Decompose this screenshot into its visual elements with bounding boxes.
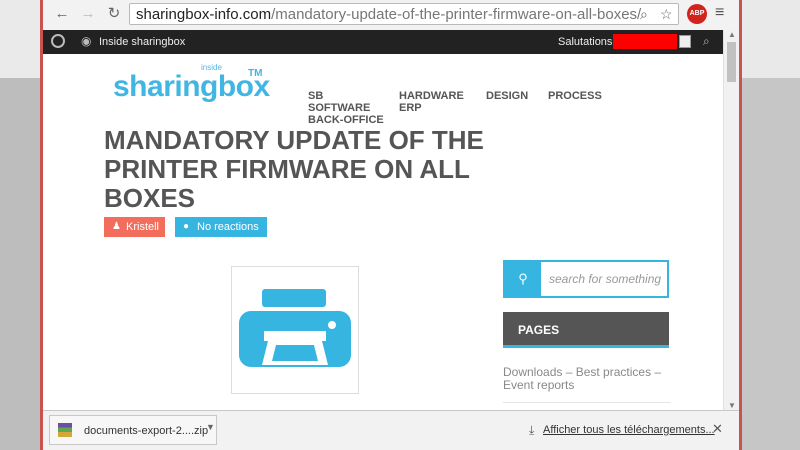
url-domain: sharingbox-info.com	[136, 6, 272, 23]
site-name-link[interactable]: Inside sharingbox	[99, 36, 185, 48]
user-icon: ♟	[112, 221, 121, 232]
background-left	[0, 0, 40, 450]
url-text: sharingbox-info.com/mandatory-update-of-…	[136, 6, 641, 23]
url-path: /mandatory-update-of-the-printer-firmwar…	[271, 6, 642, 23]
divider	[503, 402, 671, 403]
scroll-up-icon[interactable]: ▲	[728, 30, 736, 39]
dashboard-icon: ◉	[81, 34, 92, 48]
author-tag[interactable]: ♟ Kristell	[104, 217, 165, 237]
back-arrow-icon[interactable]: ←	[53, 5, 71, 23]
download-arrow-icon: ⤓	[529, 423, 535, 437]
page-viewport: ◉ Inside sharingbox Salutations, ⌕ insid…	[43, 30, 723, 410]
zoom-icon[interactable]: ⌕	[640, 6, 648, 23]
scrollbar-thumb[interactable]	[727, 42, 736, 82]
admin-search-icon[interactable]: ⌕	[703, 34, 710, 49]
nav-item-design[interactable]: DESIGN	[486, 90, 528, 102]
nav-item-hardware[interactable]: HARDWARE ERP	[399, 90, 469, 114]
avatar[interactable]	[679, 35, 691, 48]
browser-window: ← → ↻ sharingbox-info.com/mandatory-upda…	[40, 0, 742, 450]
browser-menu-icon[interactable]: ≡	[715, 4, 724, 22]
download-file-name: documents-export-2....zip	[84, 425, 209, 437]
sidebar-search[interactable]: ⚲ search for something	[503, 260, 669, 298]
adblock-plus-icon[interactable]: ABP	[687, 4, 707, 24]
nav-item-process[interactable]: PROCESS	[548, 90, 602, 102]
show-all-downloads-link[interactable]: Afficher tous les téléchargements...	[543, 424, 715, 436]
search-input[interactable]: search for something	[549, 272, 661, 286]
printer-icon	[239, 289, 351, 367]
wp-admin-bar: ◉ Inside sharingbox Salutations, ⌕	[43, 30, 723, 54]
comments-count: No reactions	[197, 221, 259, 233]
redacted-username	[613, 34, 677, 49]
printer-thumbnail[interactable]	[231, 266, 359, 394]
pages-widget-title: PAGES	[503, 312, 669, 348]
close-icon[interactable]: ✕	[712, 421, 723, 437]
address-bar[interactable]: sharingbox-info.com/mandatory-update-of-…	[129, 3, 679, 25]
nav-item-sb-software[interactable]: SB SOFTWARE BACK-OFFICE	[308, 90, 388, 126]
search-icon[interactable]: ⚲	[505, 262, 541, 296]
chevron-down-icon[interactable]: ▼	[206, 422, 215, 432]
archive-file-icon	[58, 423, 72, 437]
browser-toolbar: ← → ↻ sharingbox-info.com/mandatory-upda…	[43, 0, 739, 30]
downloads-bar: documents-export-2....zip ▼ ⤓ Afficher t…	[43, 410, 739, 450]
wordpress-logo-icon[interactable]	[51, 34, 65, 48]
greeting-text[interactable]: Salutations,	[558, 36, 615, 48]
author-name: Kristell	[126, 221, 160, 233]
pages-link[interactable]: Downloads – Best practices – Event repor…	[503, 366, 671, 392]
logo-main-text: sharingbox	[113, 70, 270, 103]
scroll-down-icon[interactable]: ▼	[728, 401, 736, 410]
speech-bubble-icon: ●	[183, 221, 190, 232]
forward-arrow-icon[interactable]: →	[79, 5, 97, 23]
download-item[interactable]: documents-export-2....zip ▼	[49, 415, 217, 445]
page-title: MANDATORY UPDATE OF THE PRINTER FIRMWARE…	[104, 125, 484, 213]
logo-trademark: TM	[248, 68, 263, 79]
comments-tag[interactable]: ● No reactions	[175, 217, 267, 237]
vertical-scrollbar[interactable]: ▲ ▼	[723, 30, 739, 410]
page-content: inside sharingbox TM SB SOFTWARE BACK-OF…	[61, 54, 723, 410]
background-right	[742, 0, 800, 450]
star-icon[interactable]: ☆	[660, 6, 673, 23]
reload-icon[interactable]: ↻	[105, 5, 123, 23]
